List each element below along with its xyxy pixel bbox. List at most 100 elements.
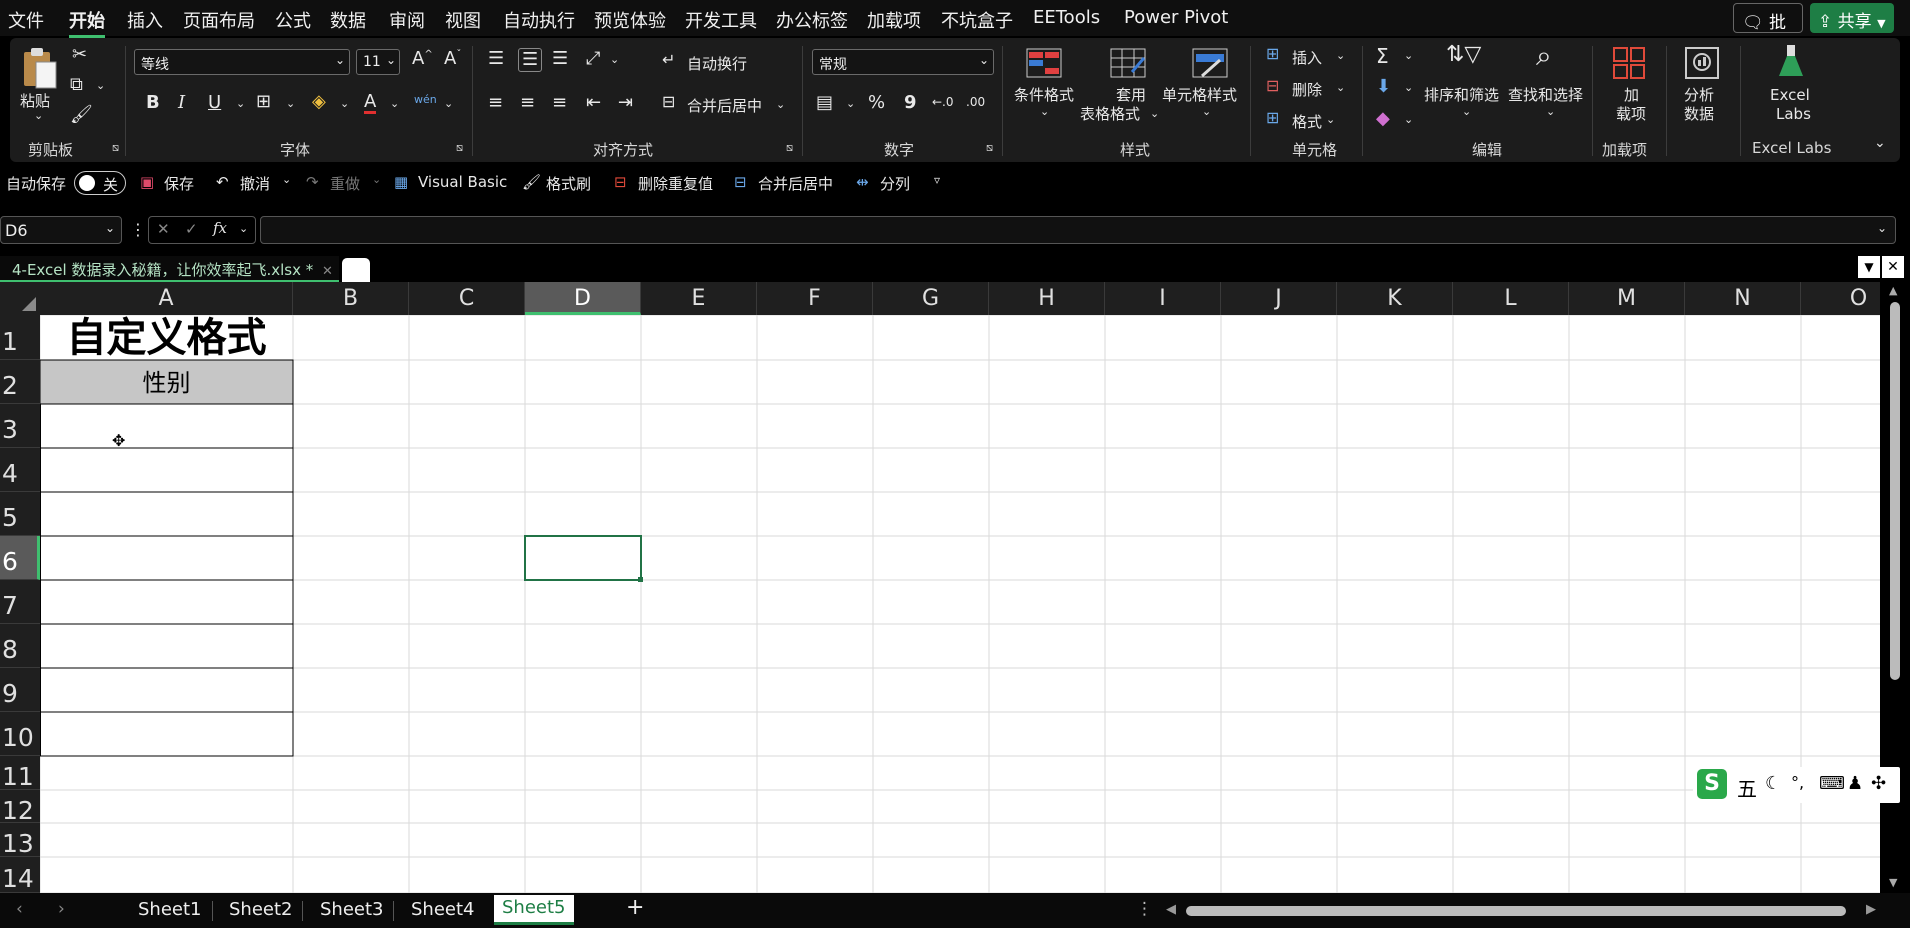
align-center-icon[interactable]: ≡ xyxy=(520,94,535,112)
close-window-icon[interactable]: ✕ xyxy=(1882,256,1904,278)
row-header-14[interactable]: 14 xyxy=(0,857,40,893)
decrease-decimal-icon[interactable]: .00 xyxy=(966,96,985,108)
row-header-1[interactable]: 1 xyxy=(0,315,40,360)
chevron-down-icon[interactable]: ⌄ xyxy=(282,173,291,186)
italic-button[interactable]: I xyxy=(178,94,185,112)
chevron-down-icon[interactable]: ⌄ xyxy=(1404,50,1413,61)
phonetic-icon[interactable]: wén xyxy=(414,94,437,105)
insert-cells-button[interactable]: 插入 xyxy=(1292,47,1322,68)
conditional-formatting-icon[interactable] xyxy=(1026,48,1062,78)
menu-developer[interactable]: 开发工具 xyxy=(685,7,757,33)
scroll-tabs-left-icon[interactable]: ‹ xyxy=(16,899,23,919)
more-options-icon[interactable]: ⋮ xyxy=(130,220,146,239)
chevron-down-icon[interactable]: ⌄ xyxy=(1404,82,1413,93)
sheet-tab-5[interactable]: Sheet5 xyxy=(494,895,574,925)
chevron-down-icon[interactable]: ⌄ xyxy=(776,99,785,110)
clear-icon[interactable]: ◆ xyxy=(1376,110,1390,128)
remove-duplicates-button[interactable]: 删除重复值 xyxy=(638,173,713,194)
insert-function-button[interactable]: fx xyxy=(213,219,227,237)
menu-home[interactable]: 开始 xyxy=(69,7,105,38)
analyze-data-label-1[interactable]: 分析 xyxy=(1684,86,1714,105)
row-header-11[interactable]: 11 xyxy=(0,756,40,791)
chevron-down-icon[interactable]: ⌄ xyxy=(286,98,295,109)
menu-preview[interactable]: 预览体验 xyxy=(594,7,666,33)
row-header-7[interactable]: 7 xyxy=(0,580,40,624)
worksheet-grid[interactable]: ABCDEFGHIJKLMNO 1 2 3 4 5 6 7 8 9 10 11 12 13 14 自定义格… xyxy=(0,282,1880,893)
number-format-select[interactable]: 常规 ⌄ xyxy=(812,49,994,75)
menu-power-pivot[interactable]: Power Pivot xyxy=(1124,7,1228,28)
conditional-formatting-button[interactable]: 条件格式 xyxy=(1014,86,1074,105)
column-header-j[interactable]: J xyxy=(1221,282,1337,315)
cell-styles-icon[interactable] xyxy=(1192,48,1228,78)
column-header-k[interactable]: K xyxy=(1337,282,1453,315)
cell-styles-button[interactable]: 单元格样式 xyxy=(1162,86,1237,105)
column-header-a[interactable]: A xyxy=(40,282,293,315)
copy-icon[interactable]: ⧉ xyxy=(70,76,83,94)
row-header-5[interactable]: 5 xyxy=(0,492,40,536)
row-header-2[interactable]: 2 xyxy=(0,360,40,404)
collapse-ribbon-icon[interactable]: ⌄ xyxy=(1874,136,1886,150)
delete-cells-button[interactable]: 删除 xyxy=(1292,79,1322,100)
format-as-table-label-1[interactable]: 套用 xyxy=(1116,86,1146,105)
row-header-6[interactable]: 6 xyxy=(0,536,40,580)
tab-list-icon[interactable]: ▼ xyxy=(1858,256,1880,278)
dialog-launcher-icon[interactable]: ⧅ xyxy=(456,142,463,153)
format-painter-icon[interactable]: 🖌 xyxy=(522,173,541,191)
sheet-tab-4[interactable]: Sheet4 xyxy=(411,899,475,920)
row-header-13[interactable]: 13 xyxy=(0,823,40,858)
add-sheet-button[interactable]: + xyxy=(626,895,644,920)
row-header-9[interactable]: 9 xyxy=(0,668,40,712)
column-header-b[interactable]: B xyxy=(293,282,409,315)
scroll-left-icon[interactable]: ◀ xyxy=(1166,902,1176,917)
menu-bukeng[interactable]: 不坑盒子 xyxy=(941,7,1013,33)
row-header-3[interactable]: 3 xyxy=(0,404,40,448)
ime-logo-icon[interactable]: S xyxy=(1697,769,1727,799)
find-select-icon[interactable]: ⌕ xyxy=(1536,42,1552,70)
punctuation-icon[interactable]: °, xyxy=(1791,773,1804,792)
undo-button[interactable]: 撤消 xyxy=(240,173,270,194)
column-header-c[interactable]: C xyxy=(409,282,525,315)
redo-button[interactable]: 重做 xyxy=(330,173,360,194)
chevron-down-icon[interactable]: ⌄ xyxy=(1150,108,1159,119)
menu-office-tab[interactable]: 办公标签 xyxy=(776,7,848,33)
merge-center-icon[interactable]: ⊟ xyxy=(734,173,747,191)
border-icon[interactable]: ⊞ xyxy=(256,93,271,111)
chevron-down-icon[interactable]: ⌄ xyxy=(1202,106,1211,117)
column-header-h[interactable]: H xyxy=(989,282,1105,315)
menu-file[interactable]: 文件 xyxy=(8,7,44,33)
merge-icon[interactable]: ⊟ xyxy=(662,94,675,110)
paste-label[interactable]: 粘贴 xyxy=(20,90,50,111)
cut-icon[interactable]: ✂ xyxy=(72,46,87,64)
chevron-down-icon[interactable]: ⌄ xyxy=(96,80,105,91)
cell-a2[interactable]: 性别 xyxy=(40,362,293,404)
addins-icon[interactable] xyxy=(1612,46,1646,80)
font-name-select[interactable]: 等线 ⌄ xyxy=(134,49,350,75)
fill-icon[interactable]: ⬇ xyxy=(1376,78,1391,96)
chevron-down-icon[interactable]: ⌄ xyxy=(390,98,399,109)
comment-button[interactable]: 🗨 批注 xyxy=(1733,3,1803,58)
scroll-down-icon[interactable]: ▼ xyxy=(1889,876,1897,889)
chevron-down-icon[interactable]: ⌄ xyxy=(1336,50,1345,61)
cell-a1[interactable]: 自定义格式 xyxy=(40,316,293,360)
scroll-right-icon[interactable]: ▶ xyxy=(1866,902,1876,917)
row-header-4[interactable]: 4 xyxy=(0,448,40,492)
autosum-icon[interactable]: Σ xyxy=(1376,46,1389,66)
column-header-l[interactable]: L xyxy=(1453,282,1569,315)
column-header-n[interactable]: N xyxy=(1685,282,1801,315)
sheet-tab-3[interactable]: Sheet3 xyxy=(320,899,384,920)
moon-icon[interactable]: ☾ xyxy=(1765,773,1781,794)
undo-icon[interactable]: ↶ xyxy=(216,173,229,191)
chevron-down-icon[interactable]: ⌄ xyxy=(846,98,855,109)
sheet-tab-1[interactable]: Sheet1 xyxy=(138,899,202,920)
menu-automate[interactable]: 自动执行 xyxy=(503,7,575,33)
new-document-tab[interactable] xyxy=(342,258,370,282)
column-header-o[interactable]: O xyxy=(1801,282,1880,315)
font-size-select[interactable]: 11 ⌄ xyxy=(356,49,400,75)
scroll-tabs-right-icon[interactable]: › xyxy=(58,899,65,919)
text-to-columns-icon[interactable]: ⇹ xyxy=(856,173,869,191)
vertical-scroll-thumb[interactable] xyxy=(1890,302,1900,680)
align-left-icon[interactable]: ≡ xyxy=(488,94,503,112)
remove-duplicates-icon[interactable]: ⊟ xyxy=(614,173,627,191)
menu-eetools[interactable]: EETools xyxy=(1033,7,1100,28)
sort-filter-button[interactable]: 排序和筛选 xyxy=(1424,86,1499,105)
